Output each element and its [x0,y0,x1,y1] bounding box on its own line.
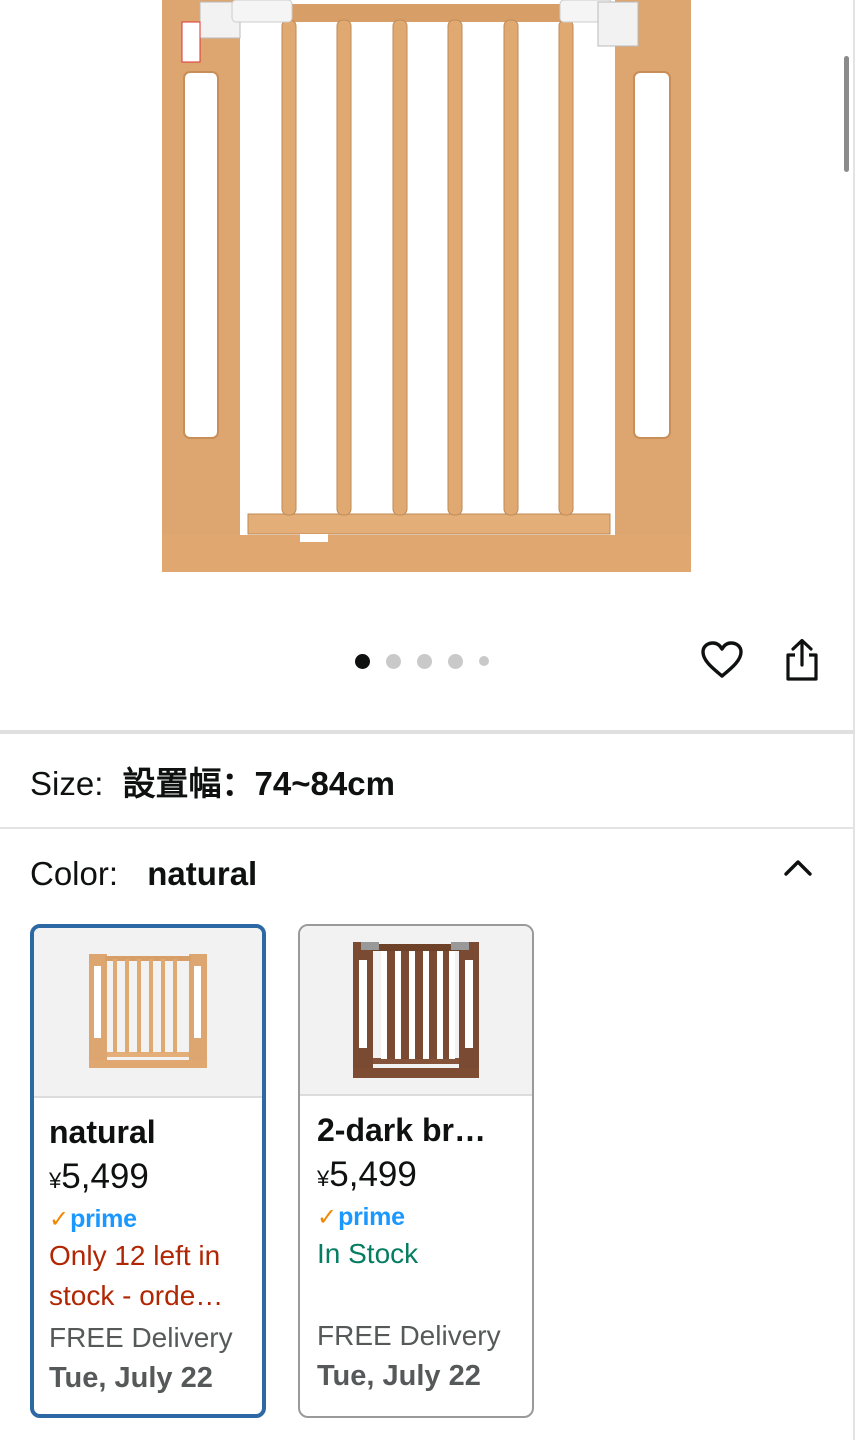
product-image-carousel[interactable] [0,0,855,610]
carousel-dot[interactable] [417,653,432,669]
delivery-date: Tue, July 22 [49,1362,213,1394]
size-selector[interactable]: Size: 設置幅：74~84cm [30,762,395,806]
color-value: natural [147,855,258,892]
currency-symbol: ¥ [317,1166,330,1191]
color-selector-header: Color: natural [30,852,257,896]
section-divider [0,730,855,734]
swatch-gate-image [89,954,207,1068]
currency-symbol: ¥ [49,1168,62,1193]
chevron-up-icon [784,860,812,876]
swatch-thumbnail [300,926,532,1096]
prime-label: prime [70,1204,137,1233]
scrollbar[interactable] [844,56,849,172]
collapse-colors-button[interactable] [778,848,818,888]
carousel-dot[interactable] [355,653,370,669]
carousel-dot[interactable] [386,653,401,669]
size-value: 設置幅：74~84cm [122,765,395,802]
swatch-price: ¥5,499 [317,1152,516,1198]
section-divider [0,827,855,829]
share-button[interactable] [778,636,826,684]
delivery-label: FREE Delivery [317,1320,501,1351]
share-icon [786,638,818,681]
availability: In Stock [317,1238,419,1269]
prime-label: prime [338,1202,405,1231]
prime-badge: ✓ prime [49,1204,246,1234]
swatch-name: 2-dark br… [317,1112,486,1148]
wishlist-button[interactable] [698,636,746,684]
color-swatch-dark-brown[interactable]: 2-dark br… ¥5,499 ✓ prime In Stock FREE D… [298,924,534,1418]
heart-icon [701,641,743,678]
size-label: Size: [30,765,104,802]
color-swatch-natural[interactable]: natural ¥5,499 ✓ prime Only 12 left in st… [30,924,266,1418]
color-label: Color: [30,855,119,892]
carousel-dot[interactable] [448,653,463,669]
swatch-name: natural [49,1114,156,1150]
prime-check-icon: ✓ [49,1205,70,1233]
prime-badge: ✓ prime [317,1202,516,1232]
swatch-price: ¥5,499 [49,1154,246,1200]
swatch-gate-image [353,942,479,1078]
price-value: 5,499 [329,1155,417,1194]
price-value: 5,499 [61,1157,149,1196]
prime-check-icon: ✓ [317,1203,338,1231]
delivery-label: FREE Delivery [49,1322,233,1353]
product-page: Size: 設置幅：74~84cm Color: natural natural… [0,0,855,1440]
carousel-dots[interactable] [355,652,489,670]
product-image [162,0,691,572]
availability: Only 12 left in stock - orde… [49,1240,224,1311]
carousel-dot[interactable] [479,656,489,666]
delivery-date: Tue, July 22 [317,1360,481,1392]
swatch-thumbnail [34,928,262,1098]
